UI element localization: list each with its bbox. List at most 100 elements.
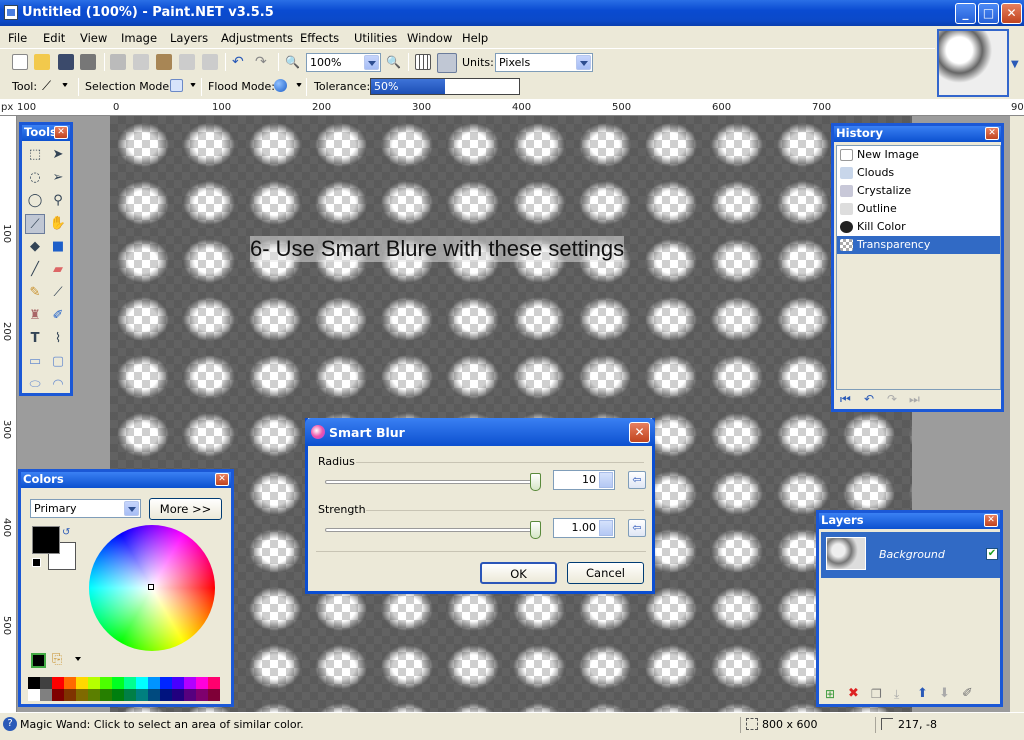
pan-tool-icon[interactable]: ✋	[48, 214, 68, 234]
crop-icon[interactable]	[179, 54, 195, 70]
history-item[interactable]: Clouds	[837, 164, 1000, 182]
radius-spinbox[interactable]: 10	[553, 470, 615, 490]
move-selection-tool-icon[interactable]: ➢	[48, 168, 68, 188]
close-icon[interactable]: ✕	[54, 126, 68, 139]
move-selected-pixels-tool-icon[interactable]: ➤	[48, 145, 68, 165]
history-undo-icon[interactable]: ↶	[864, 392, 874, 406]
menu-effects[interactable]: Effects	[300, 31, 339, 45]
zoom-combo[interactable]: 100%	[306, 53, 381, 72]
delete-layer-icon[interactable]: ✖	[848, 686, 859, 701]
history-item[interactable]: Kill Color	[837, 218, 1000, 236]
selection-mode-icon[interactable]	[170, 79, 183, 92]
color-palette[interactable]	[28, 677, 221, 701]
palette-menu-icon[interactable]: ⎘	[52, 652, 62, 667]
radius-reset-icon[interactable]: ⇦	[628, 471, 646, 489]
deselect-icon[interactable]	[202, 54, 218, 70]
chevron-down-icon[interactable]	[124, 501, 139, 516]
chevron-down-icon[interactable]	[190, 83, 196, 87]
layer-properties-icon[interactable]: ✐	[962, 686, 973, 701]
units-combo[interactable]: Pixels	[495, 53, 593, 72]
flood-mode-globe-icon[interactable]	[274, 79, 287, 92]
strength-spinbox[interactable]: 1.00	[553, 518, 615, 538]
text-tool-icon[interactable]: T	[25, 329, 45, 349]
chevron-down-icon[interactable]	[364, 55, 379, 70]
merge-layer-down-icon[interactable]: ⤓	[894, 687, 899, 702]
image-thumbnail[interactable]	[937, 29, 1009, 97]
color-wheel[interactable]	[89, 525, 215, 651]
move-layer-down-icon[interactable]: ⬇	[939, 686, 950, 701]
clone-stamp-tool-icon[interactable]: ♜	[25, 306, 45, 326]
zoom-in-icon[interactable]: 🔍	[386, 54, 402, 70]
line-curve-tool-icon[interactable]: ⌇	[48, 329, 68, 349]
lasso-select-tool-icon[interactable]: ◌	[25, 168, 45, 188]
ok-button[interactable]: OK	[480, 562, 557, 584]
chevron-down-icon[interactable]	[296, 83, 302, 87]
gradient-tool-icon[interactable]: ■	[48, 237, 68, 257]
chevron-down-icon[interactable]	[62, 83, 68, 87]
color-picker-tool-icon[interactable]: ⟋	[48, 283, 68, 303]
open-icon[interactable]	[34, 54, 50, 70]
freeform-shape-tool-icon[interactable]: ◠	[48, 375, 68, 395]
menu-utilities[interactable]: Utilities	[354, 31, 397, 45]
strength-spin-arrows-icon[interactable]	[599, 520, 613, 536]
cancel-button[interactable]: Cancel	[567, 562, 644, 584]
eraser-tool-icon[interactable]: ▰	[48, 260, 68, 280]
history-last-icon[interactable]: ⏭	[909, 392, 920, 407]
history-item[interactable]: Crystalize	[837, 182, 1000, 200]
reset-colors-icon[interactable]	[32, 558, 41, 567]
primary-color-swatch[interactable]	[32, 526, 60, 554]
grid-icon[interactable]	[415, 54, 431, 70]
history-first-icon[interactable]: ⏮	[840, 392, 851, 407]
new-icon[interactable]	[12, 54, 28, 70]
cut-icon[interactable]	[110, 54, 126, 70]
menu-edit[interactable]: Edit	[43, 31, 65, 45]
more-colors-button[interactable]: More >>	[149, 498, 222, 520]
menu-layers[interactable]: Layers	[170, 31, 208, 45]
menu-help[interactable]: Help	[462, 31, 488, 45]
menu-file[interactable]: File	[8, 31, 27, 45]
maximize-button[interactable]: □	[978, 3, 999, 24]
menu-image[interactable]: Image	[121, 31, 157, 45]
radius-spin-arrows-icon[interactable]	[599, 472, 613, 488]
duplicate-layer-icon[interactable]: ❐	[871, 687, 882, 701]
copy-icon[interactable]	[133, 54, 149, 70]
magic-wand-icon[interactable]: ⟋	[42, 79, 58, 95]
paintbrush-tool-icon[interactable]: ╱	[25, 260, 45, 280]
magic-wand-tool-icon[interactable]: ⟋	[25, 214, 45, 234]
close-icon[interactable]: ✕	[985, 127, 999, 140]
history-item[interactable]: New Image	[837, 146, 1000, 164]
tolerance-slider[interactable]: 50%	[370, 78, 520, 95]
close-icon[interactable]: ✕	[629, 422, 650, 443]
history-item[interactable]: Outline	[837, 200, 1000, 218]
undo-icon[interactable]: ↶	[232, 54, 248, 70]
paint-bucket-tool-icon[interactable]: ◆	[25, 237, 45, 257]
strength-slider-track[interactable]	[325, 528, 540, 532]
paste-icon[interactable]	[156, 54, 172, 70]
pencil-tool-icon[interactable]: ✎	[25, 283, 45, 303]
vertical-scrollbar[interactable]	[1010, 116, 1024, 712]
ellipse-tool-icon[interactable]: ⬭	[25, 375, 45, 395]
strength-slider-thumb[interactable]	[530, 521, 541, 539]
close-icon[interactable]: ✕	[215, 473, 229, 486]
layer-visibility-checkbox[interactable]: ✔	[986, 548, 998, 560]
rectangle-select-tool-icon[interactable]: ⬚	[25, 145, 45, 165]
thumbnail-arrow-icon[interactable]: ▼	[1011, 59, 1019, 70]
menu-adjustments[interactable]: Adjustments	[221, 31, 293, 45]
history-redo-icon[interactable]: ↷	[887, 392, 897, 406]
swap-colors-icon[interactable]: ↺	[62, 527, 70, 538]
save-icon[interactable]	[58, 54, 74, 70]
rounded-rectangle-tool-icon[interactable]: ▢	[48, 352, 68, 372]
layer-row-background[interactable]: Background ✔	[821, 532, 1000, 578]
radius-slider-track[interactable]	[325, 480, 540, 484]
menu-window[interactable]: Window	[407, 31, 452, 45]
move-layer-up-icon[interactable]: ⬆	[917, 686, 928, 701]
rectangle-tool-icon[interactable]: ▭	[25, 352, 45, 372]
zoom-tool-icon[interactable]: ⚲	[48, 191, 68, 211]
add-layer-icon[interactable]: ⊞	[825, 687, 835, 701]
menu-view[interactable]: View	[80, 31, 107, 45]
close-icon[interactable]: ✕	[984, 514, 998, 527]
recolor-tool-icon[interactable]: ✐	[48, 306, 68, 326]
history-item-selected[interactable]: Transparency	[837, 236, 1000, 254]
color-wheel-cursor[interactable]	[148, 584, 154, 590]
color-mode-combo[interactable]: Primary	[30, 499, 141, 518]
